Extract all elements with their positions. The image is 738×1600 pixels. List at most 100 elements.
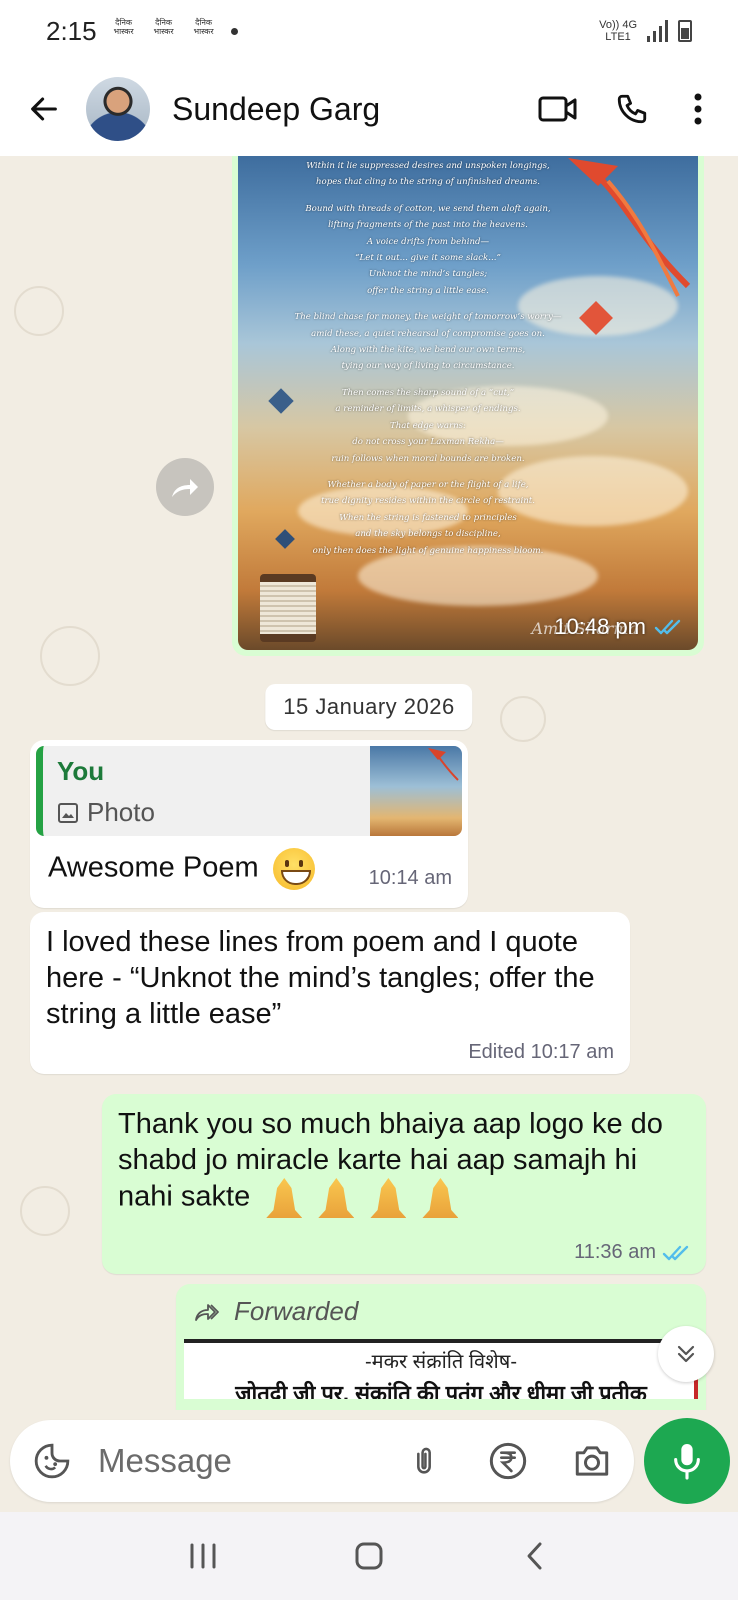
forward-button[interactable] — [156, 458, 214, 516]
forwarded-label: Forwarded — [184, 1292, 698, 1331]
message-time: Edited 10:17 am — [468, 1041, 614, 1063]
video-camera-icon — [538, 96, 577, 122]
poem-line: Within it lie suppressed desires and uns… — [306, 161, 550, 171]
message-meta: 11:36 am — [574, 1241, 690, 1264]
red-kite-tail-icon — [568, 158, 691, 297]
message-time: 11:36 am — [574, 1241, 656, 1263]
poem-line: Along with the kite, we bend our own ter… — [330, 345, 526, 356]
newspaper-notification-icon: दैनिक भास्कर — [113, 18, 134, 36]
kite-thumbnail-icon — [428, 748, 459, 781]
status-left: 2:15 दैनिक भास्कर दैनिक भास्कर दैनिक भास… — [46, 16, 238, 47]
rupee-circle-icon — [489, 1442, 527, 1480]
phone-icon — [617, 94, 647, 124]
poem-line: amid these, a quiet rehearsal of comprom… — [311, 328, 545, 339]
poem-line: and the sky belongs to discipline, — [355, 529, 501, 540]
camera-button[interactable] — [568, 1437, 616, 1485]
status-time: 2:15 — [46, 15, 97, 46]
folded-hands-emoji-icon — [318, 1178, 355, 1218]
poem-line: do not cross your Laxman Rekha— — [352, 437, 504, 448]
poem-line: Unknot the mind’s tangles; — [368, 269, 488, 280]
forwarded-arrows-icon — [195, 1303, 219, 1321]
more-options-button[interactable] — [678, 81, 718, 137]
incoming-message-bubble[interactable]: I loved these lines from poem and I quot… — [30, 912, 630, 1074]
poem-line: offer the string a little ease. — [367, 285, 489, 296]
grinning-face-emoji-icon — [272, 848, 315, 890]
document-title: -मकर संक्रांति विशेष- — [364, 1351, 518, 1373]
poem-image[interactable]: Within it lie suppressed desires and uns… — [238, 156, 698, 650]
poem-line: lifting fragments of the past into the h… — [328, 220, 528, 231]
video-call-button[interactable] — [530, 81, 586, 137]
poem-line: true dignity resides within the circle o… — [321, 496, 535, 507]
poem-line: a reminder of limits, a whisper of endin… — [335, 404, 521, 415]
signal-icon — [647, 20, 668, 42]
sticker-icon — [34, 1443, 70, 1479]
home-icon — [355, 1542, 383, 1570]
reply-message-bubble[interactable]: You Photo Awesome Poem 10:14 am — [30, 740, 468, 908]
forward-icon — [172, 479, 198, 497]
attach-button[interactable] — [400, 1437, 448, 1485]
network-line-2: LTE1 — [605, 31, 631, 43]
scroll-to-bottom-button[interactable] — [658, 1326, 714, 1382]
poem-line: Whether a body of paper or the flight of… — [327, 479, 529, 490]
poem-line: tying our way of living to circumstance. — [341, 361, 515, 372]
wallpaper-doodle — [500, 696, 546, 742]
poem-line: ruin follows when moral bounds are broke… — [331, 453, 525, 464]
chevron-left-icon — [527, 1542, 542, 1570]
sticker-button[interactable] — [28, 1437, 76, 1485]
voice-message-button[interactable] — [644, 1418, 730, 1504]
system-navigation-bar — [0, 1512, 738, 1600]
quoted-message[interactable]: You Photo — [36, 746, 462, 836]
recent-apps-button[interactable] — [173, 1526, 233, 1586]
outgoing-message-bubble[interactable]: Thank you so much bhaiya aap logo ke do … — [102, 1094, 706, 1274]
wallpaper-doodle — [40, 626, 100, 686]
microphone-icon — [674, 1444, 700, 1480]
image-message-meta: 10:48 pm — [554, 614, 682, 640]
poem-text: Within it lie suppressed desires and uns… — [278, 158, 578, 559]
quoted-message-text: You Photo — [43, 746, 370, 836]
more-notifications-dot-icon — [230, 27, 238, 35]
voice-call-button[interactable] — [604, 81, 660, 137]
thread-spool-illustration — [260, 574, 316, 642]
poem-line: “Let it out... give it some slack...” — [355, 253, 501, 264]
quoted-type: Photo — [57, 797, 356, 828]
system-back-button[interactable] — [505, 1526, 565, 1586]
status-right: Vo)) 4G LTE1 — [599, 19, 692, 43]
photo-icon — [58, 802, 78, 823]
message-time: 10:48 pm — [554, 614, 646, 639]
wallpaper-doodle — [14, 286, 64, 336]
message-text: I loved these lines from poem and I quot… — [46, 926, 595, 1030]
poem-line: Then comes the sharp sound of a “cut,” — [341, 387, 515, 398]
battery-icon — [678, 20, 692, 42]
poem-line: When the string is fastened to principle… — [339, 512, 517, 523]
newspaper-notification-icon: दैनिक भास्कर — [153, 18, 174, 36]
home-button[interactable] — [339, 1526, 399, 1586]
image-message-bubble[interactable]: Within it lie suppressed desires and uns… — [232, 156, 704, 656]
back-button[interactable] — [20, 85, 68, 133]
quoted-author: You — [57, 756, 105, 786]
message-text: Thank you so much bhaiya aap logo ke do … — [118, 1106, 690, 1218]
status-bar: 2:15 दैनिक भास्कर दैनिक भास्कर दैनिक भास… — [0, 0, 738, 62]
contact-name[interactable]: Sundeep Garg — [172, 91, 512, 128]
forwarded-document-image[interactable]: -मकर संक्रांति विशेष- जोतदी जी पर, संक्र… — [184, 1339, 698, 1399]
poem-line: The blind chase for money, the weight of… — [294, 312, 562, 323]
chat-area[interactable]: Within it lie suppressed desires and uns… — [0, 156, 738, 1410]
payment-button[interactable] — [484, 1437, 532, 1485]
network-indicator: Vo)) 4G LTE1 — [599, 19, 637, 43]
reply-body: Awesome Poem 10:14 am — [36, 836, 462, 890]
folded-hands-emoji-icon — [422, 1178, 459, 1218]
double-check-read-icon — [654, 619, 681, 635]
quoted-type-label: Photo — [87, 797, 155, 827]
poem-line: Bound with threads of cotton, we send th… — [305, 203, 551, 214]
chat-header: Sundeep Garg — [0, 62, 738, 156]
document-subtitle: जोतदी जी पर, संक्रांति की पतंग और धीमा ज… — [235, 1381, 647, 1399]
contact-avatar[interactable] — [86, 77, 150, 141]
folded-hands-emoji-icon — [266, 1178, 303, 1218]
message-time: 10:14 am — [368, 867, 452, 889]
wallpaper-doodle — [20, 1186, 70, 1236]
double-chevron-down-icon — [677, 1345, 695, 1363]
poem-line: A voice drifts from behind— — [366, 236, 490, 247]
double-check-read-icon — [662, 1245, 689, 1260]
message-input[interactable]: Message — [98, 1442, 364, 1480]
message-input-bar: Message — [10, 1420, 634, 1502]
forwarded-message-bubble[interactable]: Forwarded -मकर संक्रांति विशेष- जोतदी जी… — [176, 1284, 706, 1410]
